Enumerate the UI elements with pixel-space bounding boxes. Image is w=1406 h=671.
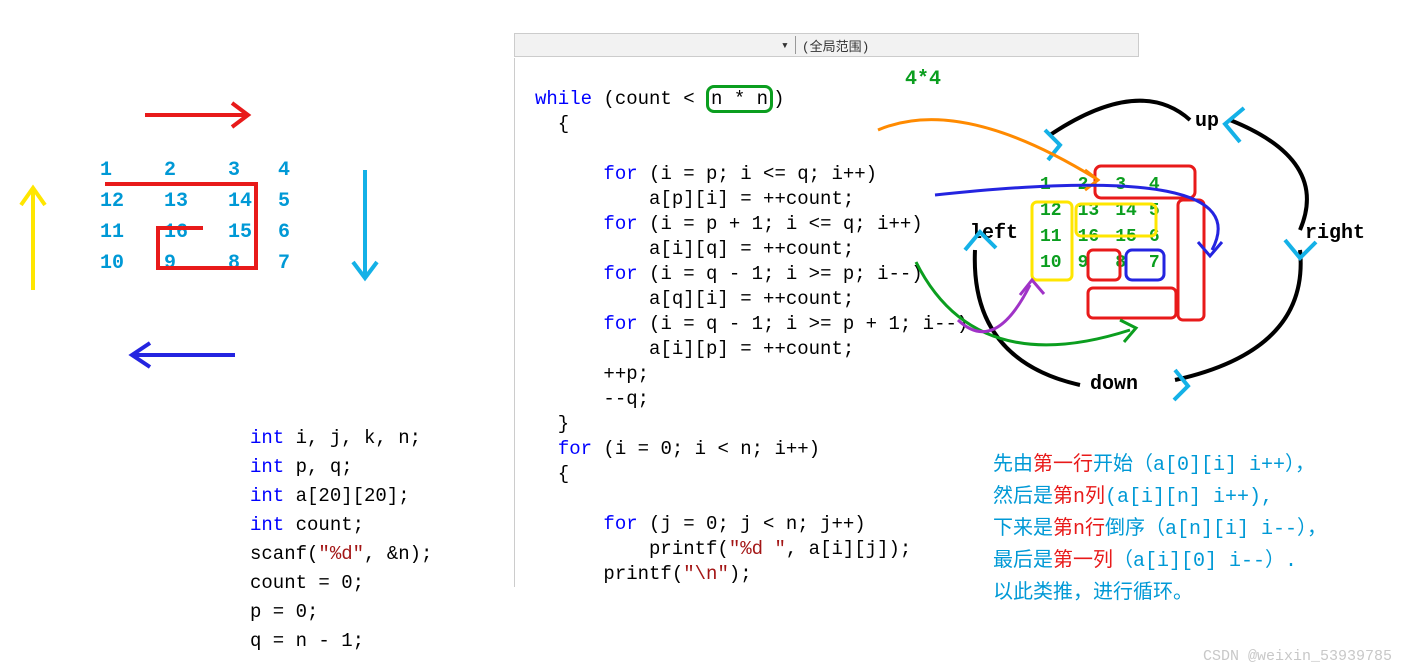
text: 第一列 (1053, 550, 1113, 573)
text: 第一行 (1033, 454, 1093, 477)
text: 倒序（a[n][i] i--）， (1105, 518, 1327, 541)
explain-line-1: 先由第一行开始（a[0][i] i++）， (993, 450, 1393, 482)
text: 下来是 (993, 518, 1053, 541)
text: （a[i][0] i--）. (1113, 550, 1297, 573)
watermark: CSDN @weixin_53939785 (1203, 648, 1392, 665)
explanation-block: 先由第一行开始（a[0][i] i++）， 然后是第n列(a[i][n] i++… (993, 450, 1393, 610)
explain-line-3: 下来是第n行倒序（a[n][i] i--）， (993, 514, 1393, 546)
text: (a[i][n] i++), (1105, 486, 1273, 509)
explain-line-4: 最后是第一列（a[i][0] i--）. (993, 546, 1393, 578)
text: 第n行 (1053, 518, 1105, 541)
text: 然后是 (993, 486, 1053, 509)
text: 第n列 (1053, 486, 1105, 509)
explain-line-5: 以此类推，进行循环。 (993, 578, 1393, 610)
text: 先由 (993, 454, 1033, 477)
explain-line-2: 然后是第n列(a[i][n] i++), (993, 482, 1393, 514)
text: 开始（a[0][i] i++）， (1093, 454, 1315, 477)
text: 最后是 (993, 550, 1053, 573)
